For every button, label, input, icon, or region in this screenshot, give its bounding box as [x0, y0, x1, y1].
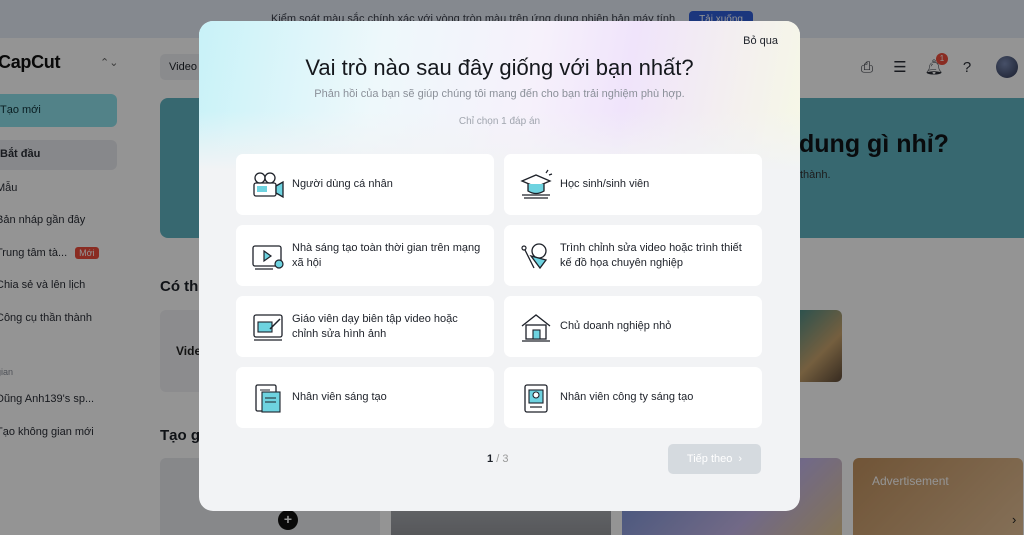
- option-label: Người dùng cá nhân: [292, 178, 393, 190]
- select-hint: Chỉ chọn 1 đáp án: [458, 116, 541, 127]
- option-label: Chủ doanh nghiệp nhỏ: [560, 320, 672, 332]
- page-total: 3: [502, 453, 509, 465]
- option-label: Nhà sáng tạo toàn thời gian trên mạng xã…: [292, 241, 481, 269]
- option-label: Học sinh/sinh viên: [560, 178, 650, 190]
- next-button-label: Tiếp theo: [686, 453, 733, 465]
- page-current: 1: [487, 453, 494, 465]
- chevron-right-icon: ›: [738, 453, 743, 465]
- option-personal-user[interactable]: Người dùng cá nhân: [236, 154, 494, 215]
- role-survey-modal: Bỏ qua Vai trò nào sau đây giống với bạn…: [199, 21, 800, 511]
- page-indicator: 1 / 3: [487, 453, 508, 465]
- option-social-creator[interactable]: Nhà sáng tạo toàn thời gian trên mạng xã…: [236, 225, 494, 286]
- teaching-board-icon: [253, 313, 283, 341]
- video-player-icon: [252, 244, 284, 270]
- camera-icon: [253, 171, 284, 198]
- option-teacher[interactable]: Giáo viên dạy biên tập video hoặc chỉnh …: [236, 296, 494, 357]
- option-label: Trình chỉnh sửa video hoặc trình thiết k…: [560, 241, 742, 269]
- option-student[interactable]: Học sinh/sinh viên: [504, 154, 762, 215]
- modal-title: Vai trò nào sau đây giống với bạn nhất?: [305, 55, 694, 80]
- design-tools-icon: [521, 242, 548, 269]
- option-label: Nhân viên công ty sáng tạo: [560, 391, 694, 403]
- skip-button[interactable]: Bỏ qua: [743, 35, 778, 47]
- id-card-icon: [524, 383, 548, 413]
- option-creative-employee[interactable]: Nhân viên sáng tạo: [236, 367, 494, 428]
- option-creative-company-employee[interactable]: Nhân viên công ty sáng tạo: [504, 367, 762, 428]
- option-label: Giáo viên dạy biên tập video hoặc chỉnh …: [292, 312, 458, 340]
- document-icon: [255, 383, 281, 413]
- next-button[interactable]: Tiếp theo ›: [668, 444, 761, 474]
- house-icon: [521, 313, 551, 342]
- option-label: Nhân viên sáng tạo: [292, 391, 387, 403]
- graduation-cap-icon: [520, 169, 553, 199]
- option-pro-editor-designer[interactable]: Trình chỉnh sửa video hoặc trình thiết k…: [504, 225, 762, 286]
- modal-subtitle: Phản hồi của bạn sẽ giúp chúng tôi mang …: [314, 88, 685, 100]
- option-small-business-owner[interactable]: Chủ doanh nghiệp nhỏ: [504, 296, 762, 357]
